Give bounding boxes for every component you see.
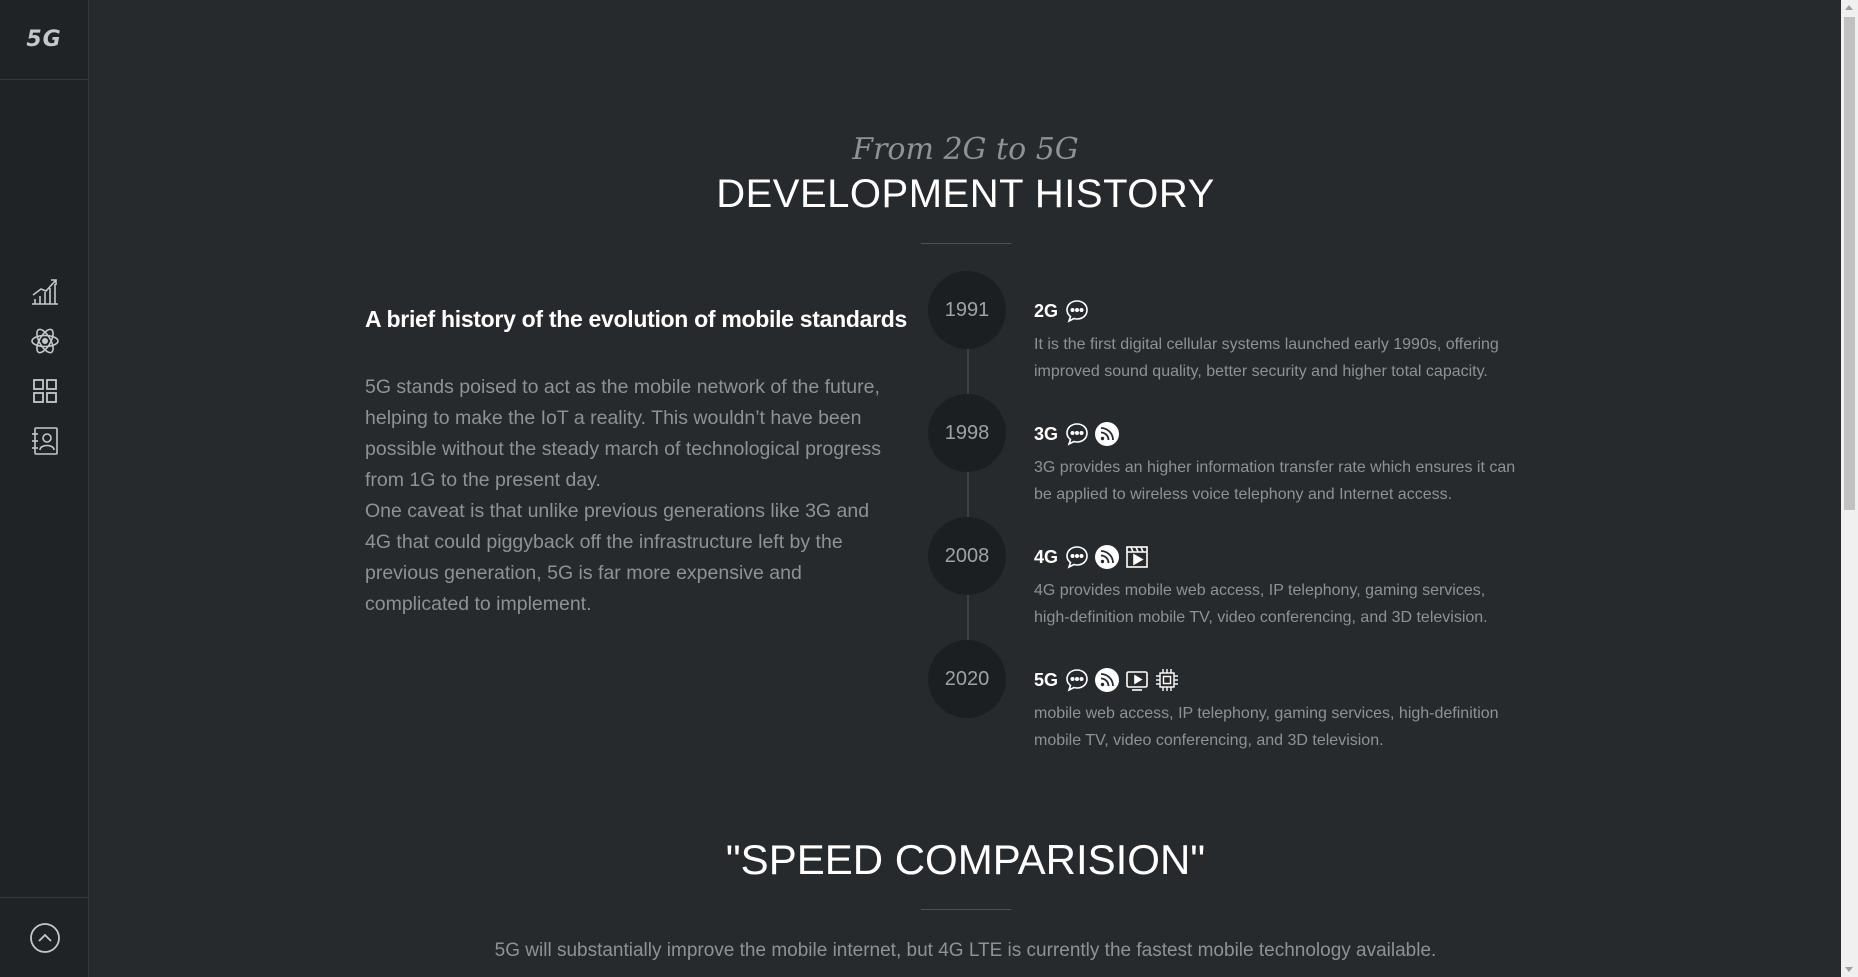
sidebar: 5G — [0, 0, 89, 977]
speed-divider — [921, 909, 1011, 910]
section-title: DEVELOPMENT HISTORY — [716, 172, 1215, 216]
generation-header: 3G — [1034, 421, 1120, 447]
rss-icon — [1095, 668, 1120, 692]
sidebar-nav — [0, 266, 89, 466]
grid-icon — [32, 379, 57, 403]
timeline-item: 2020 5G mobile web access, IP telephony,… — [90, 640, 1841, 764]
generation-label: 4G — [1034, 546, 1059, 567]
nav-item-statistics[interactable] — [0, 266, 89, 316]
generation-header: 5G — [1034, 667, 1180, 693]
timeline-item: 1998 3G 3G provides an higher informatio… — [90, 394, 1841, 518]
main-content: From 2G to 5G DEVELOPMENT HISTORY A brie… — [90, 0, 1841, 977]
generation-description: 3G provides an higher information transf… — [1034, 459, 1516, 503]
nav-item-dashboard[interactable] — [0, 366, 89, 416]
scroll-up-icon[interactable] — [29, 922, 61, 954]
scrollbar-thumb[interactable] — [1844, 17, 1855, 510]
generation-description: mobile web access, IP telephony, gaming … — [1034, 705, 1499, 749]
chart-growth-icon — [31, 279, 58, 305]
timeline-item: 1991 2G It is the first digital cellular… — [90, 271, 1841, 395]
speed-section-title: "SPEED COMPARISION" — [725, 836, 1206, 883]
scroll-up-arrow-icon[interactable] — [1845, 5, 1853, 10]
page-scrollbar[interactable] — [1841, 0, 1858, 977]
chat-icon — [1066, 546, 1088, 569]
chat-icon — [1066, 300, 1088, 323]
year-badge: 2008 — [928, 517, 1006, 595]
generation-label: 5G — [1034, 669, 1059, 690]
year-badge: 1991 — [928, 271, 1006, 349]
video-icon — [1126, 546, 1148, 568]
screen-play-icon — [1126, 671, 1148, 691]
year-badge: 2020 — [928, 640, 1006, 718]
section-subtitle: From 2G to 5G — [852, 132, 1079, 167]
year-badge: 1998 — [928, 394, 1006, 472]
chat-icon — [1066, 669, 1088, 692]
generation-header: 2G — [1034, 298, 1090, 324]
contact-card-icon — [31, 427, 58, 455]
nav-item-technology[interactable] — [0, 316, 89, 366]
generation-description: 4G provides mobile web access, IP teleph… — [1034, 582, 1488, 626]
timeline-item: 2008 4G 4G provides mobile web access, I… — [90, 517, 1841, 641]
generation-header: 4G — [1034, 544, 1150, 570]
rss-icon — [1095, 422, 1120, 446]
sidebar-footer — [0, 897, 89, 977]
generation-label: 3G — [1034, 423, 1059, 444]
logo[interactable]: 5G — [0, 0, 88, 80]
chat-icon — [1066, 423, 1088, 446]
generation-label: 2G — [1034, 300, 1059, 321]
rss-icon — [1095, 545, 1120, 569]
scroll-down-arrow-icon[interactable] — [1845, 967, 1853, 972]
title-divider — [921, 243, 1011, 244]
speed-section-description: 5G will substantially improve the mobile… — [494, 940, 1437, 961]
atom-icon — [30, 328, 59, 354]
nav-item-contact[interactable] — [0, 416, 89, 466]
generation-description: It is the first digital cellular systems… — [1034, 336, 1499, 380]
chip-icon — [1156, 669, 1179, 691]
